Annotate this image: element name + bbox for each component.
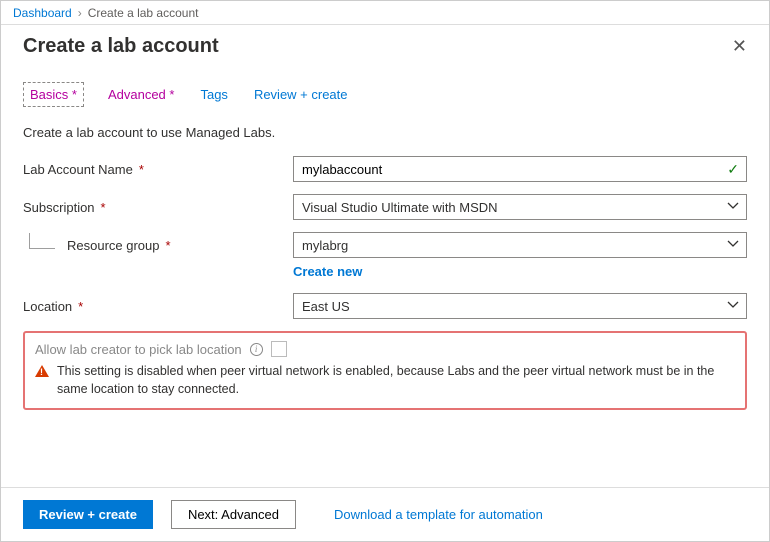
next-advanced-button[interactable]: Next: Advanced xyxy=(171,500,296,529)
tab-advanced-label: Advanced xyxy=(108,87,166,102)
allow-lab-location-checkbox xyxy=(271,341,287,357)
warning-icon xyxy=(35,365,49,377)
breadcrumb-dashboard-link[interactable]: Dashboard xyxy=(13,6,72,20)
row-lab-account-name: Lab Account Name* ✓ xyxy=(23,156,747,182)
content-area: Basics * Advanced * Tags Review + create… xyxy=(1,64,769,410)
tab-advanced[interactable]: Advanced * xyxy=(106,82,177,107)
warning-text: This setting is disabled when peer virtu… xyxy=(57,363,735,398)
tab-basics-label: Basics xyxy=(30,87,68,102)
page-title: Create a lab account xyxy=(23,35,219,58)
breadcrumb-current: Create a lab account xyxy=(88,6,199,20)
allow-lab-location-section: Allow lab creator to pick lab location i… xyxy=(23,331,747,410)
label-lab-account-name: Lab Account Name* xyxy=(23,162,293,177)
label-subscription: Subscription* xyxy=(23,200,293,215)
label-location: Location* xyxy=(23,299,293,314)
breadcrumb: Dashboard › Create a lab account xyxy=(1,1,769,25)
page-root: Dashboard › Create a lab account Create … xyxy=(0,0,770,542)
download-template-link[interactable]: Download a template for automation xyxy=(334,507,543,522)
form-description: Create a lab account to use Managed Labs… xyxy=(23,125,747,140)
tab-bar: Basics * Advanced * Tags Review + create xyxy=(23,82,747,107)
label-resource-group: Resource group* xyxy=(23,237,293,253)
location-select[interactable]: East US xyxy=(293,293,747,319)
create-new-resource-group-link[interactable]: Create new xyxy=(293,264,362,279)
tab-tags[interactable]: Tags xyxy=(198,82,229,107)
footer-bar: Review + create Next: Advanced Download … xyxy=(1,487,769,541)
row-location: Location* East US xyxy=(23,293,747,319)
subscription-select[interactable]: Visual Studio Ultimate with MSDN xyxy=(293,194,747,220)
row-subscription: Subscription* Visual Studio Ultimate wit… xyxy=(23,194,747,220)
page-header: Create a lab account ✕ xyxy=(1,25,769,64)
row-resource-group: Resource group* mylabrg xyxy=(23,232,747,258)
tab-basics[interactable]: Basics * xyxy=(23,82,84,107)
tree-connector-icon xyxy=(29,233,55,249)
allow-lab-location-label: Allow lab creator to pick lab location xyxy=(35,342,242,357)
review-create-button[interactable]: Review + create xyxy=(23,500,153,529)
resource-group-select[interactable]: mylabrg xyxy=(293,232,747,258)
info-icon[interactable]: i xyxy=(250,343,263,356)
close-icon[interactable]: ✕ xyxy=(732,36,747,57)
tab-review-create[interactable]: Review + create xyxy=(252,82,350,107)
lab-account-name-input[interactable] xyxy=(293,156,747,182)
chevron-right-icon: › xyxy=(78,6,82,20)
warning-row: This setting is disabled when peer virtu… xyxy=(35,363,735,398)
allow-lab-location-row: Allow lab creator to pick lab location i xyxy=(35,341,735,357)
